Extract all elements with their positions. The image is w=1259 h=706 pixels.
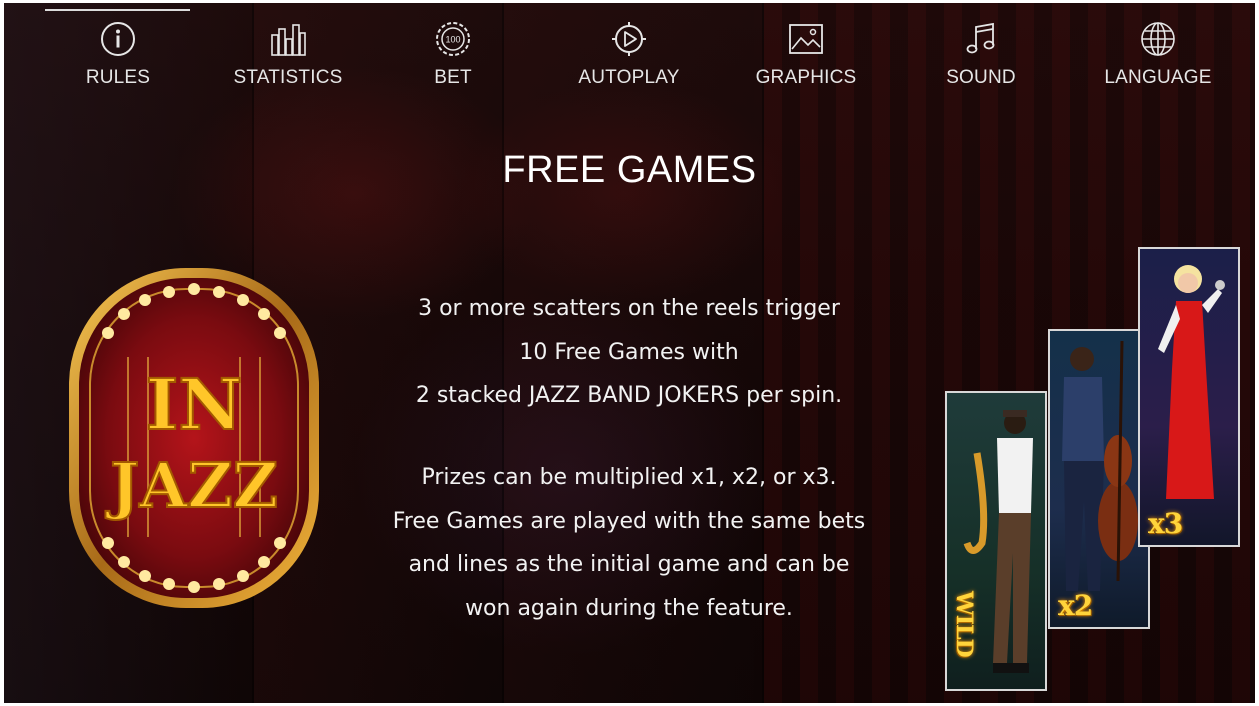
tab-rules[interactable]: RULES [43, 21, 193, 89]
logo-word-in: IN [146, 363, 243, 446]
tab-bet[interactable]: 100 BET [378, 21, 528, 89]
info-icon [101, 22, 135, 56]
image-icon [789, 24, 823, 54]
tab-autoplay[interactable]: AUTOPLAY [554, 21, 704, 89]
tab-label: AUTOPLAY [578, 67, 680, 88]
tab-statistics[interactable]: STATISTICS [213, 21, 363, 89]
rules-line: 10 Free Games with [519, 339, 739, 365]
bassist-figure [1062, 340, 1138, 591]
tab-label: BET [434, 67, 472, 88]
tab-graphics[interactable]: GRAPHICS [731, 21, 881, 89]
tab-sound[interactable]: SOUND [906, 21, 1056, 89]
logo-word-jazz: JAZZ [105, 449, 278, 522]
rules-line: and lines as the initial game and can be [408, 552, 850, 577]
tab-language[interactable]: LANGUAGE [1083, 21, 1233, 89]
globe-icon [1141, 22, 1175, 56]
bassist-x2-symbol: x2 [1048, 329, 1150, 629]
wild-badge: WILD [951, 591, 977, 657]
in-jazz-scatter-logo: IN JAZZ [69, 268, 319, 608]
tab-label: GRAPHICS [755, 67, 857, 88]
settings-nav: RULES STATISTICS 100 BET AUTOPLAY GRAPHI… [4, 3, 1255, 103]
multiplier-badge: x3 [1148, 507, 1183, 540]
rules-line: won again during the feature. [465, 595, 793, 621]
singer-figure [1158, 265, 1225, 499]
rules-line: Prizes can be multiplied x1, x2, or x3. [421, 465, 837, 490]
rules-line: Free Games are played with the same bets [392, 508, 866, 534]
rules-line: 2 stacked JAZZ BAND JOKERS per spin. [415, 383, 843, 408]
bar-chart-icon [271, 24, 306, 56]
chip-icon: 100 [436, 22, 470, 56]
singer-x3-symbol: x3 [1138, 247, 1240, 547]
page-title: FREE GAMES [502, 149, 757, 191]
play-circle-icon [612, 22, 646, 56]
multiplier-badge: x2 [1058, 589, 1093, 622]
rules-paragraph-multiplier: Prizes can be multiplied x1, x2, or x3. … [334, 456, 924, 630]
chip-value: 100 [445, 35, 460, 45]
tab-label: STATISTICS [233, 67, 343, 88]
game-rules-screen: RULES STATISTICS 100 BET AUTOPLAY GRAPHI… [4, 3, 1255, 703]
active-tab-indicator [45, 9, 190, 11]
tab-label: RULES [85, 67, 151, 88]
tab-label: LANGUAGE [1104, 67, 1212, 88]
music-note-icon [966, 22, 995, 54]
tab-label: SOUND [946, 67, 1016, 88]
rules-paragraph-trigger: 3 or more scatters on the reels trigger … [334, 287, 924, 418]
saxophonist-wild-symbol: WILD [945, 391, 1047, 691]
rules-line: 3 or more scatters on the reels trigger [418, 296, 840, 321]
